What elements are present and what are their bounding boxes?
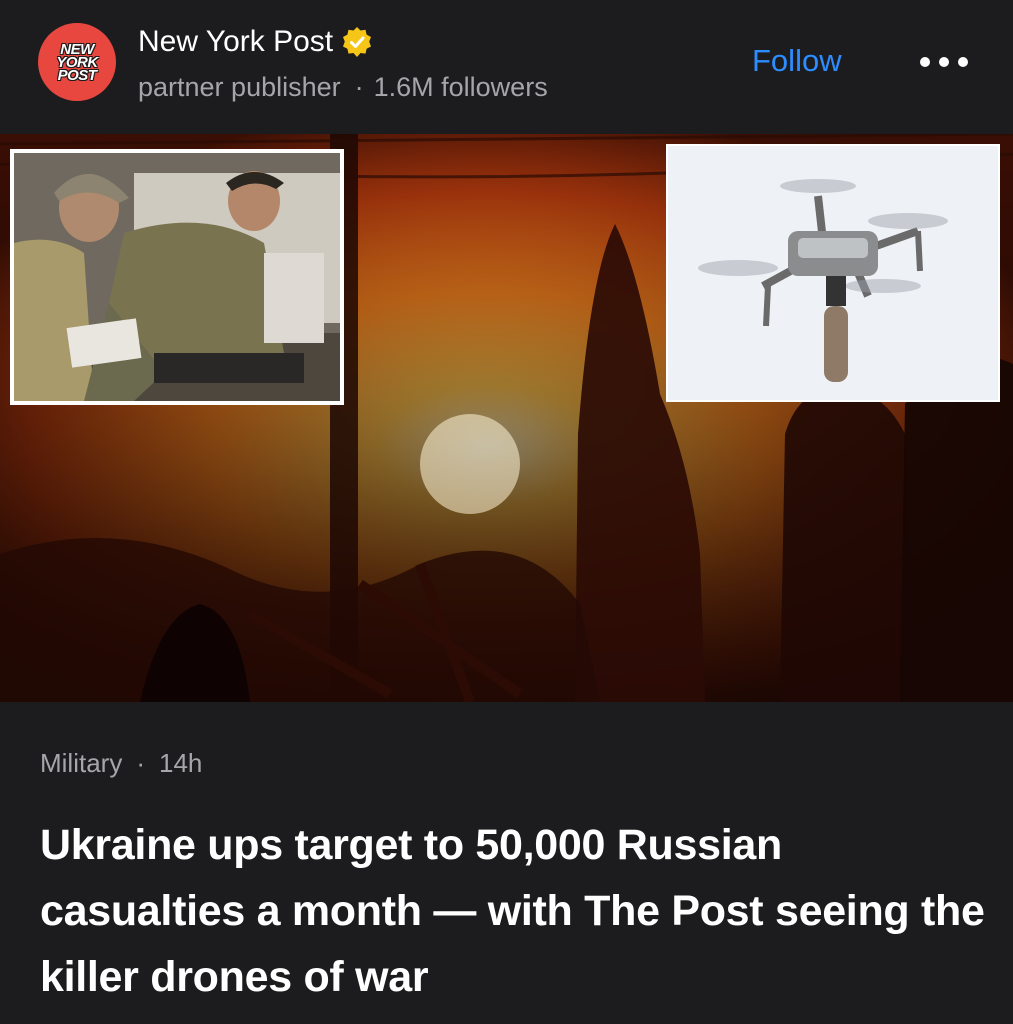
publisher-label: partner publisher bbox=[138, 72, 341, 102]
more-dot bbox=[958, 57, 968, 67]
publisher-header: NEW YORK POST New York Post partner publ… bbox=[0, 0, 1013, 134]
more-dot bbox=[920, 57, 930, 67]
verified-badge-icon bbox=[341, 26, 373, 58]
article-age: 14h bbox=[159, 748, 203, 778]
soldiers-inset-photo bbox=[10, 149, 344, 405]
more-options-icon[interactable] bbox=[920, 52, 968, 72]
follower-count: 1.6M followers bbox=[373, 72, 548, 102]
article-headline[interactable]: Ukraine ups target to 50,000 Russian cas… bbox=[40, 812, 990, 1010]
follow-button[interactable]: Follow bbox=[752, 42, 842, 80]
logo-line-3: POST bbox=[57, 66, 97, 84]
publisher-subline: partner publisher · 1.6M followers bbox=[138, 70, 548, 104]
article-category[interactable]: Military bbox=[40, 748, 122, 778]
article-meta: Military · 14h bbox=[40, 746, 202, 780]
separator-dot: · bbox=[354, 72, 364, 102]
publisher-name[interactable]: New York Post bbox=[138, 24, 333, 60]
meta-separator: · bbox=[136, 748, 146, 778]
article-hero-image[interactable] bbox=[0, 134, 1013, 702]
publisher-logo[interactable]: NEW YORK POST bbox=[38, 23, 116, 101]
more-dot bbox=[939, 57, 949, 67]
publisher-name-row[interactable]: New York Post bbox=[138, 24, 373, 60]
drone-inset-photo bbox=[666, 144, 1000, 402]
